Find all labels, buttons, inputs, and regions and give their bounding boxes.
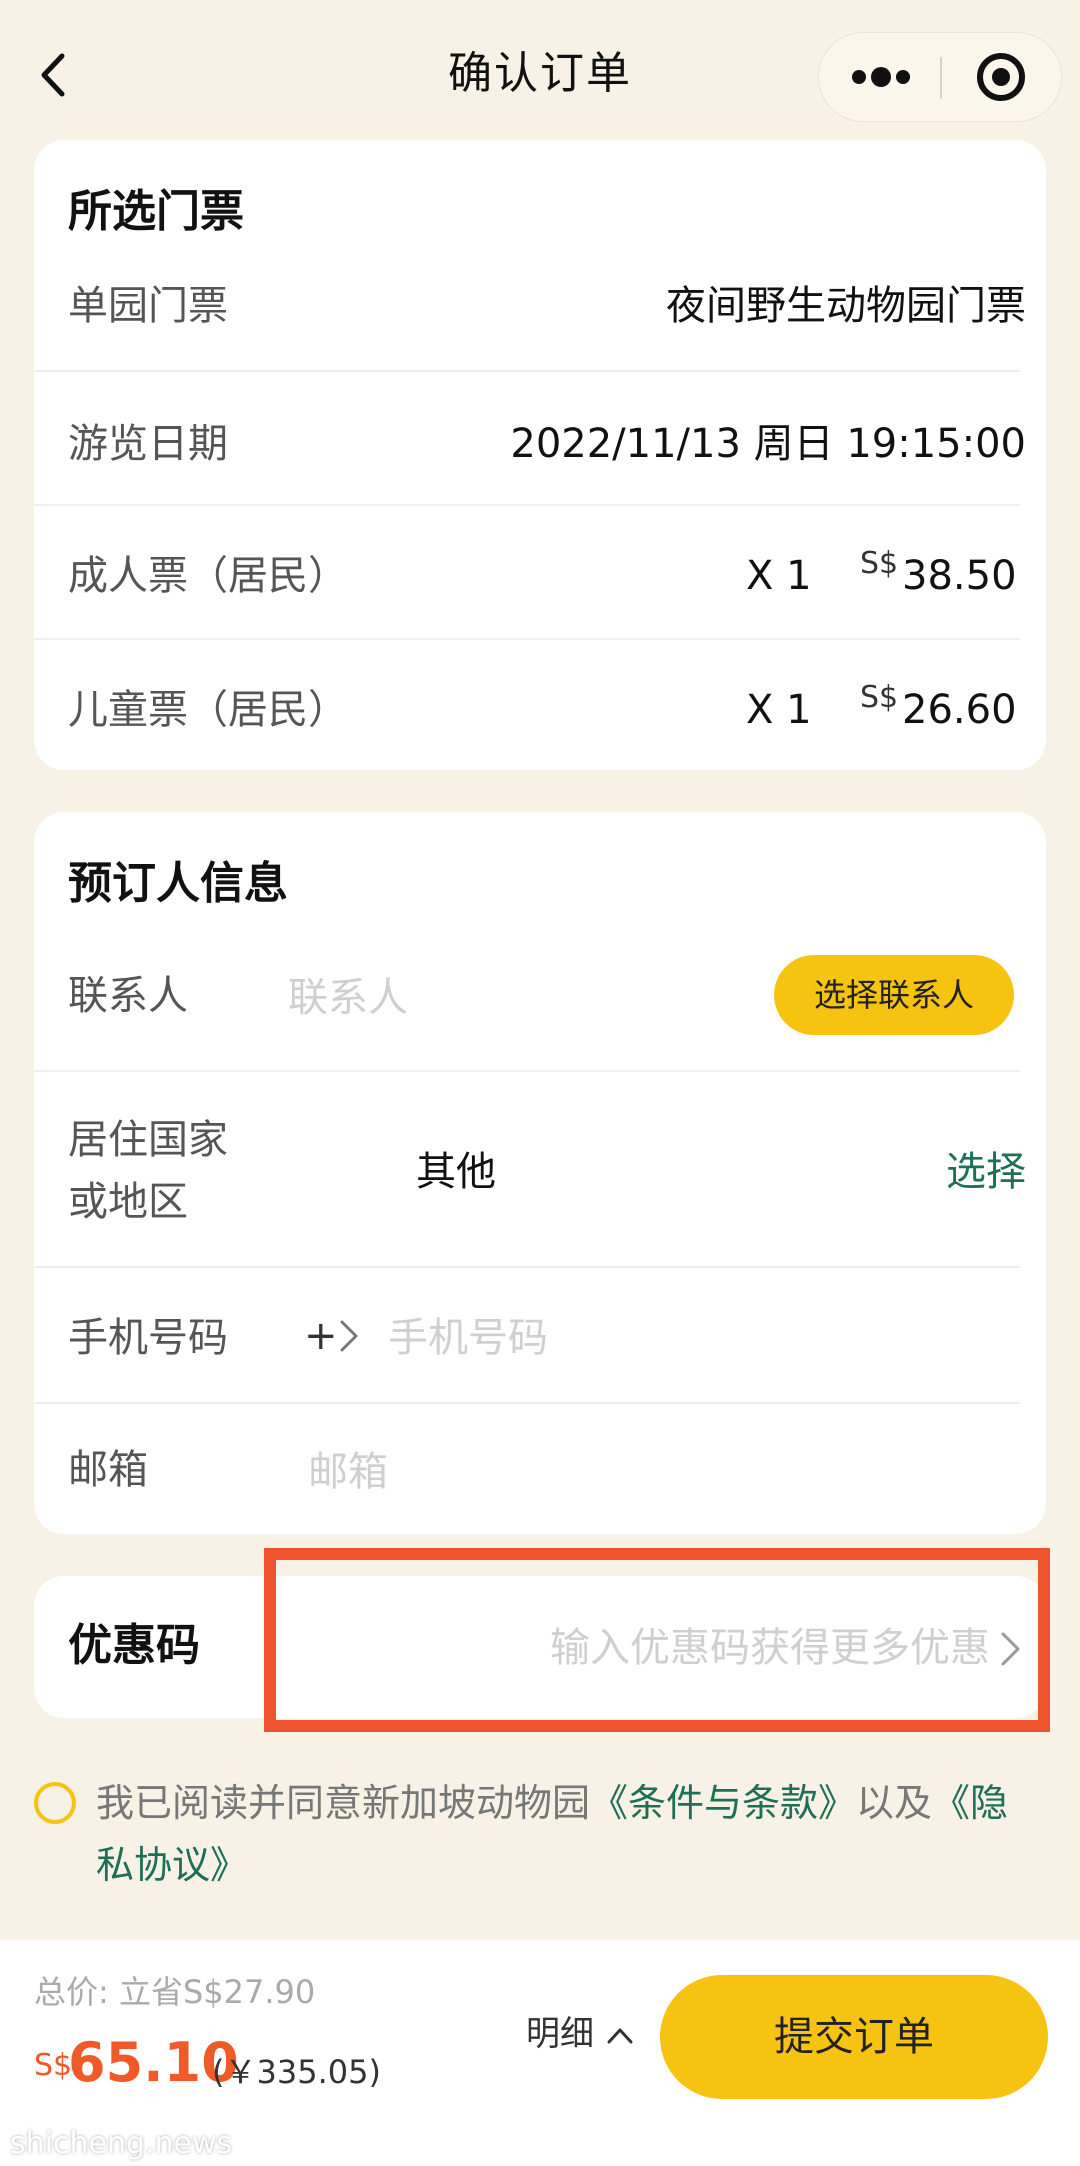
contact-label: 联系人 [68, 973, 188, 1019]
more-dots-icon [852, 67, 910, 87]
agreement-text: 我已阅读并同意新加坡动物园《条件与条款》以及《隐私协议》 [96, 1772, 1046, 1896]
total-price-cny: (￥335.05) [212, 2053, 381, 2091]
divider [34, 1266, 1020, 1268]
divider [34, 504, 1020, 506]
submit-order-button[interactable]: 提交订单 [660, 1975, 1048, 2099]
section-title-booker-info: 预订人信息 [68, 858, 288, 909]
terms-link[interactable]: 《条件与条款》 [590, 1781, 856, 1825]
choose-country-link[interactable]: 选择 [946, 1144, 1026, 1200]
target-icon [977, 53, 1025, 101]
total-savings-label: 总价: 立省S$27.90 [34, 1973, 316, 2011]
more-button[interactable] [819, 33, 939, 121]
phone-input[interactable]: 手机号码 [388, 1310, 548, 1366]
watermark: shicheng.news [10, 2126, 233, 2161]
agreement-connector: 以及 [856, 1781, 933, 1825]
mini-program-capsule [818, 32, 1062, 122]
ticket-type-label: 单园门票 [68, 283, 228, 329]
child-ticket-currency: S$ [860, 680, 899, 715]
chevron-right-icon [340, 1320, 358, 1352]
phone-label: 手机号码 [68, 1315, 228, 1361]
child-ticket-price: 26.60 [902, 687, 1017, 733]
divider [34, 1070, 1020, 1072]
email-label: 邮箱 [68, 1447, 148, 1493]
child-ticket-label: 儿童票（居民） [68, 687, 348, 733]
phone-prefix: + [304, 1313, 338, 1359]
selected-tickets-card: 所选门票 单园门票 夜间野生动物园门票 游览日期 2022/11/13 周日 1… [34, 140, 1046, 770]
country-label-line1: 居住国家 [68, 1117, 228, 1163]
select-contact-button[interactable]: 选择联系人 [774, 955, 1014, 1035]
ticket-type-value: 夜间野生动物园门票 [666, 283, 1026, 329]
visit-date-value: 2022/11/13 周日 19:15:00 [510, 421, 1026, 467]
country-code-selector[interactable]: + [304, 1306, 374, 1366]
chevron-up-icon [607, 2028, 633, 2043]
divider [34, 1402, 1020, 1404]
promo-code-label: 优惠码 [68, 1620, 200, 1671]
total-currency: S$ [34, 2048, 73, 2083]
country-label-line2: 或地区 [68, 1179, 188, 1225]
adult-ticket-price: 38.50 [902, 553, 1017, 599]
agree-checkbox[interactable] [34, 1782, 76, 1824]
booker-info-card: 预订人信息 联系人 联系人 选择联系人 居住国家 或地区 其他 选择 手机号码 … [34, 812, 1046, 1534]
divider [34, 638, 1020, 640]
promo-highlight-box [264, 1548, 1050, 1732]
price-detail-toggle[interactable]: 明细 [526, 2010, 635, 2058]
contact-input[interactable]: 联系人 [288, 970, 408, 1026]
divider [34, 370, 1020, 372]
section-title-selected-tickets: 所选门票 [68, 186, 244, 237]
price-detail-label: 明细 [526, 2014, 594, 2054]
adult-ticket-qty: X 1 [746, 553, 812, 599]
close-miniprogram-button[interactable] [949, 33, 1061, 121]
country-value: 其他 [416, 1149, 496, 1195]
adult-ticket-currency: S$ [860, 546, 899, 581]
child-ticket-qty: X 1 [746, 687, 812, 733]
capsule-divider [940, 57, 942, 99]
visit-date-label: 游览日期 [68, 421, 228, 467]
agreement-prefix: 我已阅读并同意新加坡动物园 [96, 1781, 591, 1825]
email-input[interactable]: 邮箱 [308, 1444, 388, 1500]
adult-ticket-label: 成人票（居民） [68, 553, 348, 599]
top-nav-bar: 确认订单 [0, 0, 1080, 140]
